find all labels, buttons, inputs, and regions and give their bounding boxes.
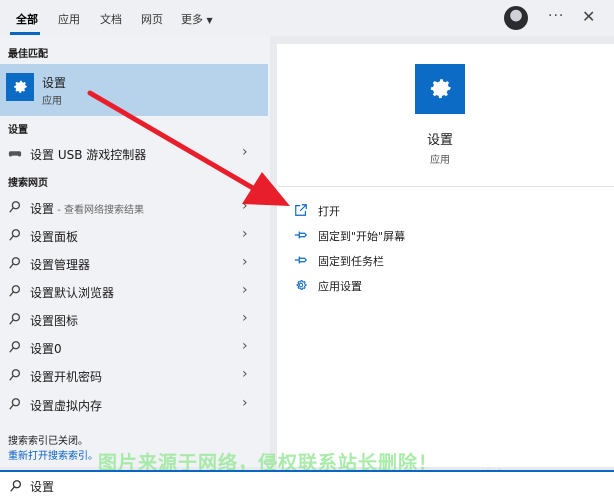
list-item-label: 设置图标: [30, 314, 79, 328]
gear-icon: [296, 280, 307, 290]
settings-app-large-icon: [415, 64, 465, 114]
preview-subtitle: 应用: [430, 155, 450, 166]
web-query-hint: - 查看网络搜索结果: [54, 205, 144, 216]
list-item-label: 设置虚拟内存: [30, 399, 103, 413]
best-match-item[interactable]: 设置 应用: [0, 64, 268, 116]
list-item[interactable]: 设置图标 ›: [0, 306, 268, 334]
tab-documents[interactable]: 文档: [100, 11, 122, 27]
search-icon: [9, 201, 21, 213]
search-icon: [9, 398, 21, 410]
list-item[interactable]: 设置 - 查看网络搜索结果 ›: [0, 194, 268, 222]
best-match-subtitle: 应用: [42, 96, 62, 107]
best-match-title: 设置: [42, 76, 67, 90]
search-icon: [9, 257, 21, 269]
pin-icon: [294, 256, 308, 264]
list-item-label: 设置面板: [30, 230, 79, 244]
gamepad-icon: [8, 151, 22, 157]
chevron-right-icon[interactable]: ›: [242, 198, 248, 214]
reenable-index-link[interactable]: 重新打开搜索索引。: [8, 447, 98, 462]
action-open-label: 打开: [318, 205, 340, 218]
search-box[interactable]: [0, 470, 614, 500]
top-bar: 全部 应用 文档 网页 更多 ▼ ··· ✕: [0, 0, 614, 36]
web-query-text: 设置: [30, 202, 55, 216]
tab-apps[interactable]: 应用: [58, 11, 80, 27]
tab-web[interactable]: 网页: [141, 11, 163, 27]
list-item-label: 设置默认浏览器: [30, 286, 115, 300]
list-item[interactable]: 设置虚拟内存 ›: [0, 391, 268, 419]
close-icon[interactable]: ✕: [582, 7, 595, 26]
chevron-right-icon[interactable]: ›: [242, 226, 248, 242]
web-section-header: 搜索网页: [8, 178, 48, 189]
chevron-right-icon[interactable]: ›: [242, 144, 248, 160]
list-item[interactable]: 设置管理器 ›: [0, 250, 268, 278]
pin-icon: [294, 231, 308, 239]
preview-divider: [278, 186, 614, 187]
chevron-right-icon[interactable]: ›: [242, 282, 248, 298]
list-item[interactable]: 设置0 ›: [0, 334, 268, 362]
action-pin-taskbar-label: 固定到任务栏: [318, 255, 384, 268]
tab-more-label: 更多: [181, 13, 203, 26]
active-tab-indicator: [10, 32, 40, 35]
list-item-label: 设置管理器: [30, 258, 91, 272]
gear-icon: [14, 80, 28, 93]
tab-all[interactable]: 全部: [16, 11, 38, 27]
avatar[interactable]: [504, 6, 528, 30]
list-item-label: 设置 - 查看网络搜索结果: [30, 200, 144, 217]
list-item-label: 设置开机密码: [30, 370, 103, 384]
search-icon: [9, 369, 21, 381]
list-item[interactable]: 设置开机密码 ›: [0, 362, 268, 390]
index-off-notice: 搜索索引已关闭。: [8, 436, 88, 447]
search-icon: [9, 313, 21, 325]
chevron-right-icon[interactable]: ›: [242, 366, 248, 382]
list-item[interactable]: 设置 USB 游戏控制器 ›: [0, 140, 268, 168]
best-match-header: 最佳匹配: [8, 49, 48, 60]
search-icon: [10, 480, 22, 492]
action-pin-start-label: 固定到"开始"屏幕: [318, 230, 406, 243]
search-icon: [9, 285, 21, 297]
chevron-right-icon[interactable]: ›: [242, 310, 248, 326]
list-item-label: 设置0: [30, 342, 62, 356]
search-input[interactable]: [30, 477, 430, 495]
list-item-label: 设置 USB 游戏控制器: [30, 148, 147, 162]
tab-more[interactable]: 更多 ▼: [181, 11, 213, 27]
chevron-down-icon: ▼: [206, 16, 213, 25]
settings-app-icon: [6, 73, 34, 101]
search-icon: [9, 229, 21, 241]
chevron-right-icon[interactable]: ›: [242, 338, 248, 354]
gear-icon: [430, 79, 451, 99]
settings-section-header: 设置: [8, 125, 28, 136]
action-app-settings-label: 应用设置: [318, 280, 362, 293]
open-icon: [295, 204, 307, 216]
chevron-right-icon[interactable]: ›: [242, 254, 248, 270]
list-item[interactable]: 设置默认浏览器 ›: [0, 278, 268, 306]
preview-title: 设置: [427, 133, 454, 148]
ellipsis-icon[interactable]: ···: [548, 8, 564, 24]
chevron-right-icon[interactable]: ›: [242, 395, 248, 411]
list-item[interactable]: 设置面板 ›: [0, 222, 268, 250]
search-icon: [9, 341, 21, 353]
